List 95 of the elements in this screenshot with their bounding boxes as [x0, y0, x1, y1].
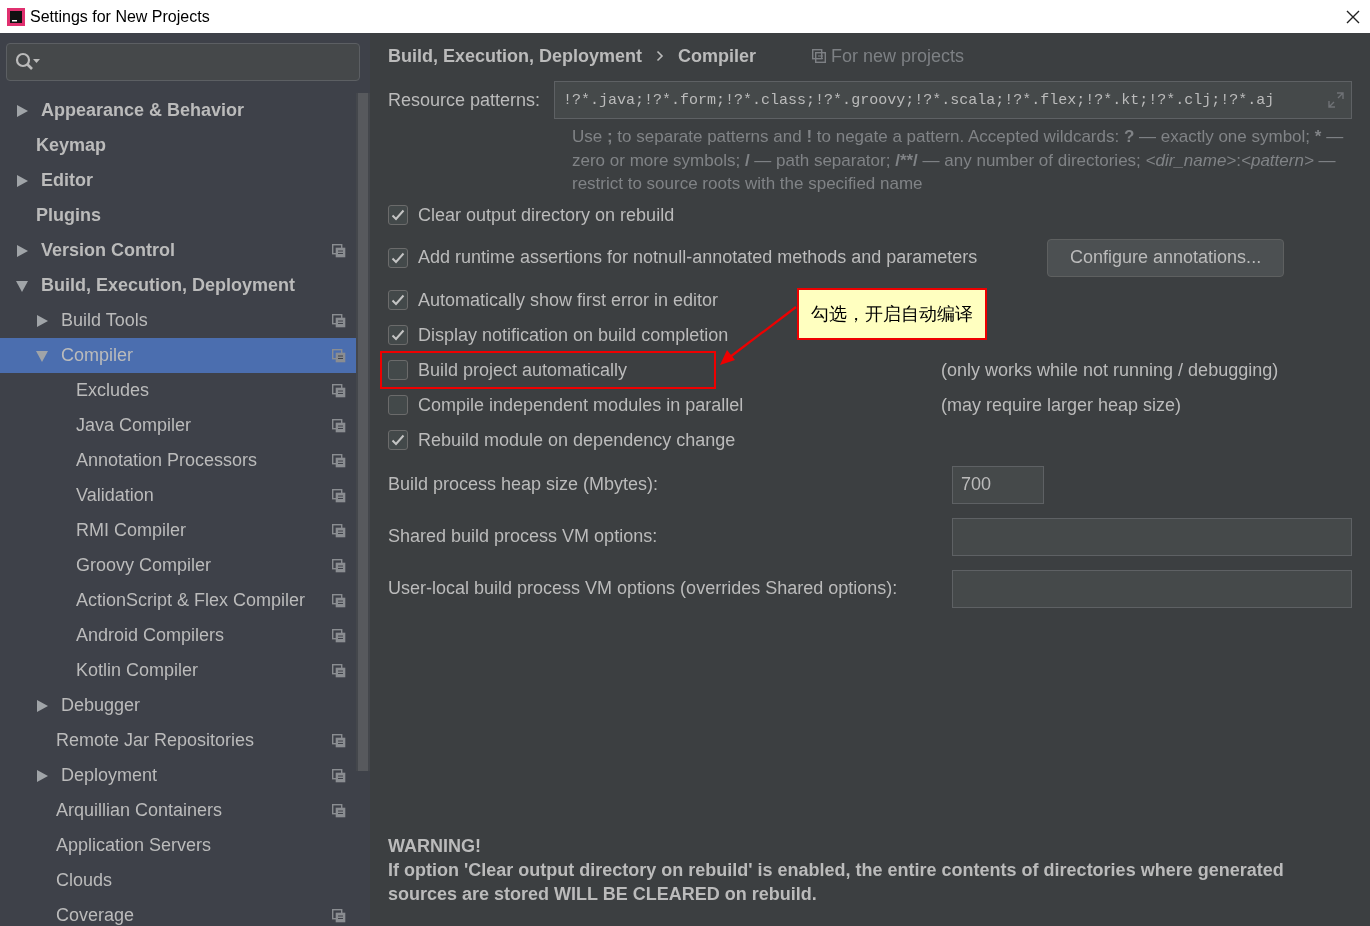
- tree-item[interactable]: Editor: [0, 163, 356, 198]
- tree-item-label: Excludes: [76, 380, 151, 401]
- expand-arrow-icon[interactable]: [35, 698, 49, 713]
- resource-patterns-field[interactable]: !?*.java;!?*.form;!?*.class;!?*.groovy;!?*.scala;!?*.flex;!?*.kt;!?*.clj;!?*.aj: [554, 81, 1352, 119]
- tree-item-label: Build, Execution, Deployment: [41, 275, 297, 296]
- checkbox-label: Display notification on build completion: [418, 324, 729, 346]
- annotation-callout: 勾选，开启自动编译: [797, 288, 987, 340]
- search-field[interactable]: [6, 43, 360, 81]
- tree-item-label: Java Compiler: [76, 415, 193, 436]
- checkbox[interactable]: [388, 205, 408, 225]
- app-logo-icon: [7, 7, 25, 26]
- tree-item-label: ActionScript & Flex Compiler: [76, 590, 307, 611]
- field-label: Shared build process VM options:: [388, 526, 658, 547]
- checkbox-label: Add runtime assertions for notnull-annotated methods and parameters: [418, 247, 978, 268]
- expand-arrow-icon[interactable]: [15, 278, 29, 293]
- warning-text: If option 'Clear output directory on rebuild' is enabled, the entire contents of directories where generated sources are stored WILL BE CLEARED on rebuild.: [388, 859, 1285, 906]
- checkbox[interactable]: [388, 247, 408, 268]
- checkbox-label: Clear output directory on rebuild: [418, 204, 675, 226]
- tree-item[interactable]: Validation: [0, 478, 356, 513]
- option-note: (may require larger heap size): [941, 394, 1182, 416]
- tree-item[interactable]: RMI Compiler: [0, 513, 356, 548]
- option-note: (only works while not running / debugging): [941, 359, 1279, 381]
- configure-annotations-button[interactable]: Configure annotations...: [1047, 238, 1285, 277]
- expand-arrow-icon[interactable]: [15, 173, 29, 188]
- tree-item[interactable]: Groovy Compiler: [0, 548, 356, 583]
- tree-item[interactable]: Version Control: [0, 233, 356, 268]
- tree-item-label: Debugger: [61, 695, 142, 716]
- breadcrumb-item: Compiler: [678, 45, 757, 67]
- window-title: Settings for New Projects: [30, 7, 211, 26]
- tree-item[interactable]: Plugins: [0, 198, 356, 233]
- tree-item[interactable]: Kotlin Compiler: [0, 653, 356, 688]
- tree-item-label: Clouds: [56, 870, 114, 891]
- chevron-icon: [656, 50, 665, 62]
- checkbox-label: Compile independent modules in parallel: [418, 394, 744, 416]
- tree-item[interactable]: Keymap: [0, 128, 356, 163]
- warning-title: WARNING!: [388, 835, 482, 858]
- checkbox-label: Build project automatically: [418, 359, 628, 381]
- tree-item-label: RMI Compiler: [76, 520, 187, 541]
- checkbox[interactable]: [388, 290, 408, 310]
- input-field[interactable]: 700: [952, 465, 1044, 504]
- tree-item-label: Build Tools: [61, 310, 149, 331]
- tree-item[interactable]: ActionScript & Flex Compiler: [0, 583, 356, 618]
- breadcrumb-item: Build, Execution, Deployment: [388, 45, 643, 67]
- tree-item-label: Application Servers: [56, 835, 213, 856]
- field-label: Build process heap size (Mbytes):: [388, 474, 659, 495]
- checkbox[interactable]: [388, 395, 408, 415]
- tree-item-label: Annotation Processors: [76, 450, 259, 471]
- tree-item-label: Kotlin Compiler: [76, 660, 200, 681]
- tree-item[interactable]: Arquillian Containers: [0, 793, 356, 828]
- tree-item-label: Appearance & Behavior: [41, 100, 246, 121]
- expand-arrow-icon[interactable]: [35, 313, 49, 328]
- tree-item-label: Plugins: [36, 205, 102, 226]
- tree-item-label: Coverage: [56, 905, 136, 926]
- tree-item[interactable]: Application Servers: [0, 828, 356, 863]
- search-icon: [15, 52, 41, 72]
- tree-item-label: Validation: [76, 485, 155, 506]
- tree-item-label: Keymap: [36, 135, 108, 156]
- scrollbar[interactable]: [356, 93, 370, 771]
- input-field[interactable]: [952, 569, 1352, 608]
- checkbox[interactable]: [388, 360, 408, 380]
- checkbox[interactable]: [388, 325, 408, 345]
- hint-text: Use ; to separate patterns and ! to negate a pattern. Accepted wildcards: ? — exactly one symbol; * — zero or more symbols; / — path separator; /**/ — any number of directories; <dir_name>:<pattern> — restrict to source roots with the specified name: [572, 126, 1345, 195]
- tree-item[interactable]: Annotation Processors: [0, 443, 356, 478]
- tree-item[interactable]: Deployment: [0, 758, 356, 793]
- tree-item[interactable]: Coverage: [0, 898, 356, 926]
- field-label: Resource patterns:: [388, 89, 541, 111]
- tree-item-label: Deployment: [61, 765, 159, 786]
- checkbox[interactable]: [388, 430, 408, 450]
- tree-item-label: Remote Jar Repositories: [56, 730, 256, 751]
- expand-arrow-icon[interactable]: [15, 103, 29, 118]
- tree-item-label: Groovy Compiler: [76, 555, 213, 576]
- copy-icon: [812, 49, 827, 63]
- tree-item[interactable]: Build, Execution, Deployment: [0, 268, 356, 303]
- tree-item[interactable]: Remote Jar Repositories: [0, 723, 356, 758]
- expand-arrow-icon[interactable]: [35, 768, 49, 783]
- input-field[interactable]: [952, 517, 1352, 556]
- tree-item-label: Android Compilers: [76, 625, 226, 646]
- tree-item[interactable]: Compiler: [0, 338, 356, 373]
- tree-item[interactable]: Build Tools: [0, 303, 356, 338]
- expand-arrow-icon[interactable]: [15, 243, 29, 258]
- tree-item[interactable]: Appearance & Behavior: [0, 93, 356, 128]
- tree-item-label: Compiler: [61, 345, 135, 366]
- tree-item[interactable]: Clouds: [0, 863, 356, 898]
- tree-item[interactable]: Java Compiler: [0, 408, 356, 443]
- checkbox-label: Rebuild module on dependency change: [418, 429, 736, 451]
- field-label: User-local build process VM options (overrides Shared options):: [388, 578, 898, 599]
- tree-item-label: Version Control: [41, 240, 176, 261]
- tree-item-label: Arquillian Containers: [56, 800, 224, 821]
- tree-item[interactable]: Android Compilers: [0, 618, 356, 653]
- tree-item[interactable]: Debugger: [0, 688, 356, 723]
- scope-label: For new projects: [831, 45, 965, 67]
- tree-item[interactable]: Excludes: [0, 373, 356, 408]
- close-icon[interactable]: [1346, 9, 1360, 24]
- checkbox-label: Automatically show first error in editor: [418, 289, 719, 311]
- tree-item-label: Editor: [41, 170, 94, 191]
